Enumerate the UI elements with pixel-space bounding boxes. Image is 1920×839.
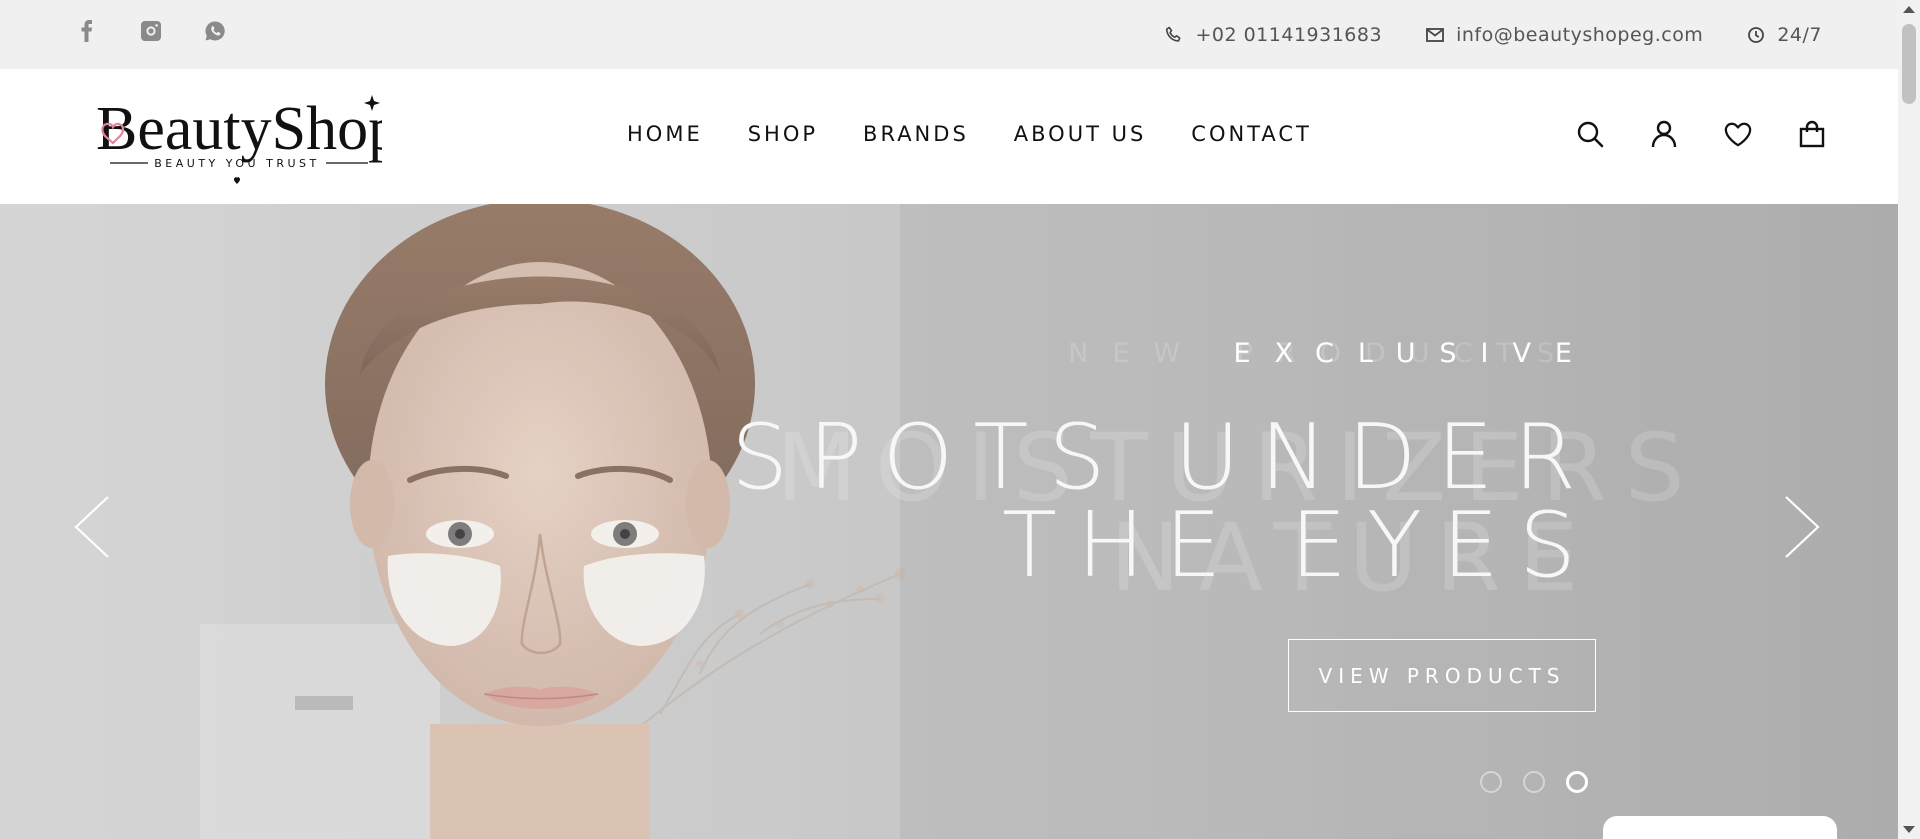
- hours-text: 24/7: [1777, 23, 1822, 46]
- nav-contact[interactable]: CONTACT: [1191, 122, 1312, 146]
- scroll-up-arrow-icon[interactable]: [1903, 6, 1915, 13]
- hero-slider: NEW PRODUCTS MOISTURIZERS NATURE EXCLUSI…: [0, 204, 1898, 839]
- slide-dot-3-active[interactable]: [1566, 771, 1588, 793]
- view-products-button[interactable]: VIEW PRODUCTS: [1288, 639, 1596, 712]
- slider-pagination: [1480, 771, 1588, 793]
- cart-bag-icon[interactable]: [1798, 119, 1826, 149]
- logo-heart-icon: [233, 177, 241, 184]
- email-contact[interactable]: info@beautyshopeg.com: [1426, 24, 1703, 46]
- instagram-icon[interactable]: [138, 18, 164, 44]
- slide-dot-1[interactable]: [1480, 771, 1502, 793]
- main-header: BeautyShop BEAUTY YOU TRUST HOME SHOP BR…: [0, 69, 1898, 204]
- hero-headline-line-1: SPOTS UNDER: [731, 405, 1596, 510]
- nav-brands[interactable]: BRANDS: [863, 122, 969, 146]
- slider-next-arrow-icon[interactable]: [1782, 494, 1822, 560]
- main-nav: HOME SHOP BRANDS ABOUT US CONTACT: [627, 122, 1312, 146]
- contact-info: +02 01141931683 info@beautyshopeg.com 24…: [1165, 0, 1822, 69]
- header-actions: [1576, 119, 1826, 149]
- scroll-down-arrow-icon[interactable]: [1903, 826, 1915, 833]
- clock-icon: [1747, 26, 1765, 44]
- nav-shop[interactable]: SHOP: [748, 122, 818, 146]
- hero-headline: SPOTS UNDER THE EYES: [731, 405, 1596, 598]
- hero-eyebrow: EXCLUSIVE: [1233, 338, 1596, 369]
- chat-widget-tab[interactable]: [1603, 816, 1837, 839]
- logo-tagline: BEAUTY YOU TRUST: [154, 157, 319, 170]
- nav-about-us[interactable]: ABOUT US: [1014, 122, 1147, 146]
- slide-dot-2[interactable]: [1523, 771, 1545, 793]
- phone-icon: [1165, 26, 1183, 44]
- facebook-icon[interactable]: [74, 18, 100, 44]
- page-scrollbar[interactable]: [1898, 0, 1920, 839]
- mail-icon: [1426, 27, 1444, 42]
- scroll-thumb[interactable]: [1902, 24, 1916, 104]
- social-links: [74, 18, 228, 44]
- wishlist-heart-icon[interactable]: [1724, 119, 1752, 149]
- logo-wordmark: BeautyShop: [96, 95, 382, 163]
- phone-contact[interactable]: +02 01141931683: [1165, 24, 1382, 46]
- hero-headline-line-2: THE EYES: [1002, 493, 1596, 598]
- whatsapp-icon[interactable]: [202, 18, 228, 44]
- slider-prev-arrow-icon[interactable]: [72, 494, 112, 560]
- search-icon[interactable]: [1576, 119, 1604, 149]
- nav-home[interactable]: HOME: [627, 122, 703, 146]
- logo[interactable]: BeautyShop BEAUTY YOU TRUST: [92, 85, 399, 195]
- phone-number: +02 01141931683: [1195, 23, 1383, 46]
- account-icon[interactable]: [1650, 119, 1678, 149]
- top-bar: +02 01141931683 info@beautyshopeg.com 24…: [0, 0, 1898, 69]
- hours-info: 24/7: [1747, 24, 1822, 46]
- email-address: info@beautyshopeg.com: [1456, 23, 1704, 46]
